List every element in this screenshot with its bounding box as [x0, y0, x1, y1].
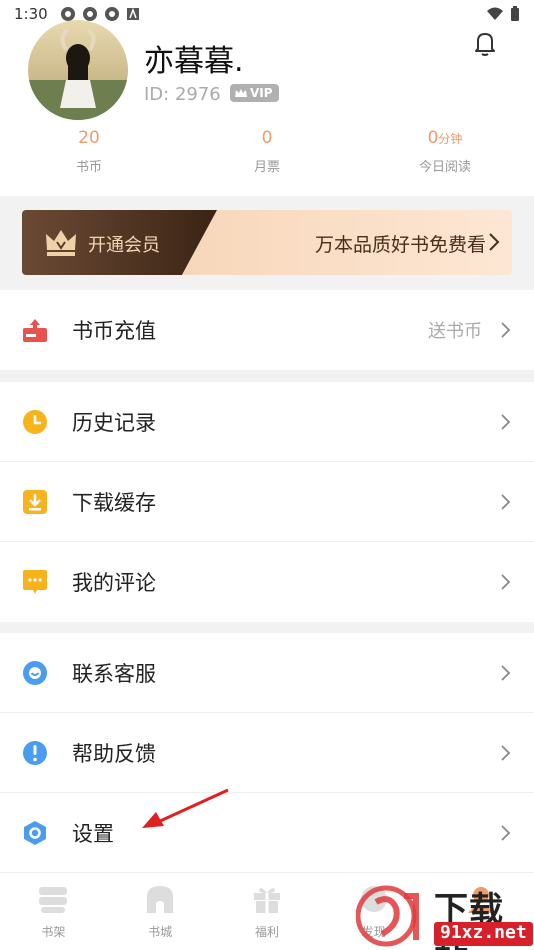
chevron-right-icon	[501, 574, 511, 590]
tab-label-welfare: 福利	[254, 925, 279, 939]
status-right	[486, 6, 520, 22]
crown-icon	[235, 89, 247, 97]
watermark-site: 91xz.net	[434, 922, 533, 946]
content-section: 历史记录 下载缓存 我的评论	[0, 382, 534, 622]
bookstore-icon	[147, 886, 174, 913]
settings-icon	[24, 821, 46, 845]
menu-item-service[interactable]: 联系客服	[0, 633, 534, 713]
app-notification-icon	[104, 7, 119, 21]
profile-header: 亦暮暮. ID: 2976 VIP 20 书币 0 月票 0分钟 今日阅读	[0, 20, 534, 196]
stat-coins[interactable]: 20 书币	[0, 128, 178, 175]
menu-label-recharge: 书币充值	[72, 319, 156, 343]
gift-icon	[253, 888, 280, 913]
menu-extra-recharge: 送书币	[428, 321, 482, 342]
comment-icon	[23, 570, 47, 594]
vip-banner[interactable]: 开通会员 万本品质好书免费看	[22, 210, 512, 275]
crown-icon	[46, 230, 76, 256]
stat-tickets-label: 月票	[253, 160, 280, 175]
menu-label-comments: 我的评论	[72, 571, 156, 595]
menu-item-comments[interactable]: 我的评论	[0, 542, 534, 622]
menu-label-service: 联系客服	[72, 661, 156, 686]
menu-item-feedback[interactable]: 帮助反馈	[0, 713, 534, 793]
watermark-logo-icon	[356, 885, 419, 947]
menu-label-download: 下载缓存	[72, 490, 156, 515]
stat-monthly-tickets[interactable]: 0 月票	[178, 128, 356, 175]
annotation-arrow-icon	[142, 788, 229, 828]
wifi-icon	[487, 7, 503, 20]
stat-reading-label: 今日阅读	[418, 160, 471, 175]
chevron-right-icon	[501, 493, 511, 510]
site-watermark: 下载站 91xz.net	[352, 882, 534, 950]
vip-promo-text: 万本品质好书免费看	[314, 234, 486, 256]
stat-tickets-value: 0	[261, 128, 273, 148]
username: 亦暮暮.	[144, 44, 244, 79]
bookshelf-icon	[39, 887, 68, 913]
stat-coins-value: 20	[78, 128, 100, 148]
stat-coins-label: 书币	[75, 160, 102, 175]
menu-item-recharge[interactable]: 书币充值 送书币	[0, 290, 534, 370]
help-icon	[23, 740, 47, 765]
menu-item-settings[interactable]: 设置	[0, 793, 534, 873]
tab-label-bookshelf: 书架	[41, 925, 66, 939]
menu-label-settings: 设置	[72, 822, 114, 846]
recharge-section: 书币充值 送书币	[0, 290, 534, 370]
support-section: 联系客服 帮助反馈 设置	[0, 633, 534, 873]
chevron-right-icon	[501, 744, 511, 761]
menu-label-feedback: 帮助反馈	[72, 741, 156, 766]
user-id: ID: 2976	[144, 84, 221, 105]
recharge-icon	[23, 319, 47, 342]
bell-icon[interactable]	[470, 28, 500, 58]
font-notification-icon	[126, 7, 139, 20]
chevron-right-icon	[501, 825, 511, 841]
tab-bookshelf[interactable]: 书架	[0, 873, 107, 950]
tab-bookstore[interactable]: 书城	[107, 873, 214, 950]
menu-label-history: 历史记录	[72, 410, 156, 435]
stat-reading-unit: 分钟	[438, 132, 463, 146]
vip-badge-label: VIP	[250, 86, 273, 100]
chevron-right-icon	[501, 322, 511, 338]
customer-service-icon	[23, 660, 47, 685]
avatar[interactable]	[28, 20, 128, 120]
chevron-right-icon	[489, 233, 500, 251]
download-icon	[23, 489, 47, 514]
stats-row: 20 书币 0 月票 0分钟 今日阅读	[0, 128, 534, 175]
stat-reading-today[interactable]: 0分钟 今日阅读	[356, 128, 534, 175]
battery-icon	[511, 6, 519, 21]
clock-icon	[23, 409, 47, 434]
menu-item-history[interactable]: 历史记录	[0, 382, 534, 462]
chevron-right-icon	[501, 413, 511, 430]
status-time: 1:30	[14, 5, 48, 23]
tab-label-bookstore: 书城	[148, 925, 173, 939]
stat-reading-value: 0	[427, 128, 439, 148]
vip-open-label: 开通会员	[88, 235, 160, 256]
vip-badge: VIP	[230, 84, 279, 102]
menu-item-download[interactable]: 下载缓存	[0, 462, 534, 542]
chevron-right-icon	[501, 664, 511, 681]
tab-welfare[interactable]: 福利	[214, 873, 321, 950]
